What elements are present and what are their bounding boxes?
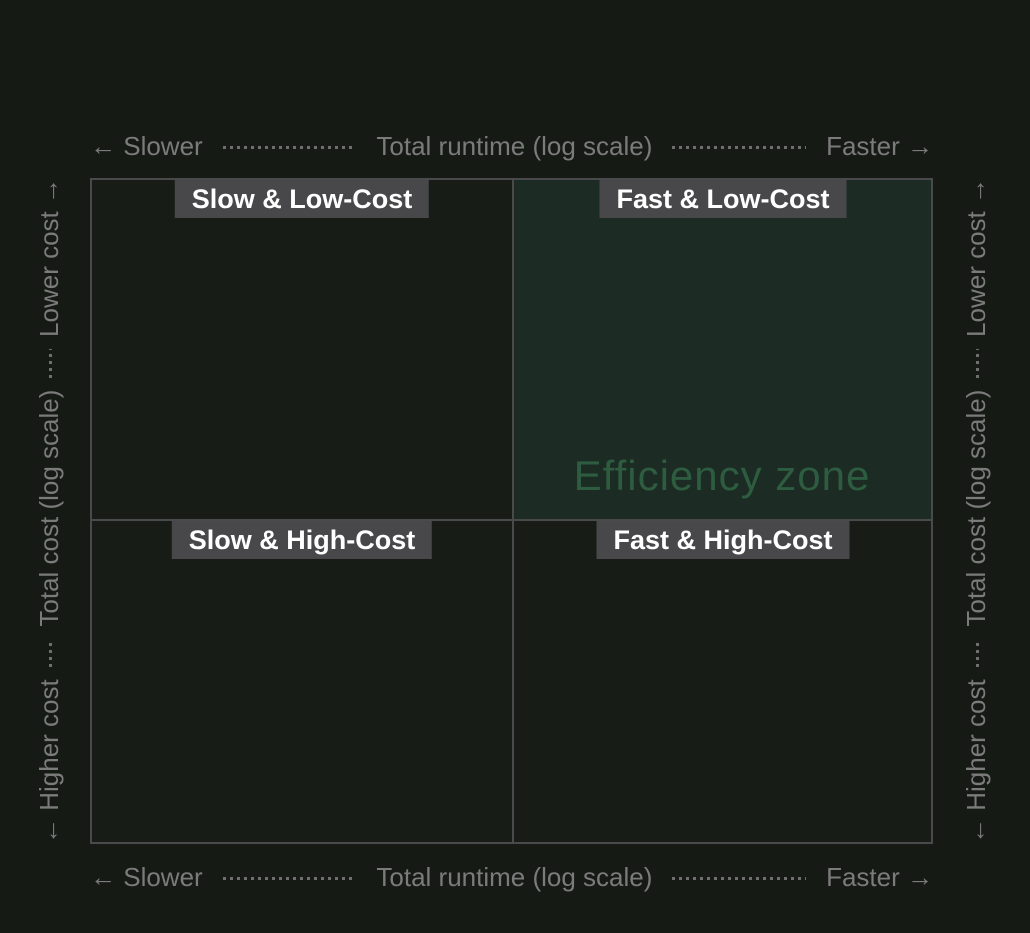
quadrant-label-slow-low-cost: Slow & Low-Cost [175, 180, 429, 218]
efficiency-zone-region: Efficiency zone [513, 180, 931, 520]
x-axis-bottom-faster-label: Faster → [826, 862, 933, 893]
quadrant-label-slow-high-cost: Slow & High-Cost [172, 521, 432, 559]
x-axis-bottom-title: Total runtime (log scale) [376, 862, 652, 893]
y-axis-right-higher-cost-label: ← Higher cost [961, 679, 992, 844]
quadrant-label-fast-low-cost: Fast & Low-Cost [600, 180, 847, 218]
quadrant-label-fast-high-cost: Fast & High-Cost [597, 521, 850, 559]
dotted-divider [223, 146, 357, 149]
x-axis-top: ← Slower Total runtime (log scale) Faste… [90, 130, 933, 162]
y-axis-right-lower-cost-label: Lower cost → [961, 178, 992, 337]
x-axis-bottom: ← Slower Total runtime (log scale) Faste… [90, 861, 933, 893]
dotted-divider [223, 877, 357, 880]
dotted-divider [49, 349, 52, 378]
dotted-divider [976, 349, 979, 378]
dotted-divider [976, 639, 979, 668]
x-axis-top-title: Total runtime (log scale) [376, 131, 652, 162]
y-axis-right: ← Higher cost Total cost (log scale) Low… [960, 178, 992, 844]
dotted-divider [672, 877, 806, 880]
y-axis-left-higher-cost-label: ← Higher cost [34, 679, 65, 844]
vertical-midline [512, 180, 514, 842]
y-axis-left: ← Higher cost Total cost (log scale) Low… [33, 178, 65, 844]
x-axis-bottom-slower-label: ← Slower [90, 862, 203, 893]
dotted-divider [672, 146, 806, 149]
y-axis-left-title: Total cost (log scale) [34, 390, 65, 627]
plot-area: Efficiency zone Slow & Low-Cost Fast & L… [90, 178, 933, 844]
x-axis-top-faster-label: Faster → [826, 131, 933, 162]
dotted-divider [49, 639, 52, 668]
efficiency-zone-label: Efficiency zone [513, 452, 931, 500]
quadrant-chart-page: ← Slower Total runtime (log scale) Faste… [0, 0, 1030, 933]
y-axis-right-title: Total cost (log scale) [961, 390, 992, 627]
y-axis-left-lower-cost-label: Lower cost → [34, 178, 65, 337]
x-axis-top-slower-label: ← Slower [90, 131, 203, 162]
